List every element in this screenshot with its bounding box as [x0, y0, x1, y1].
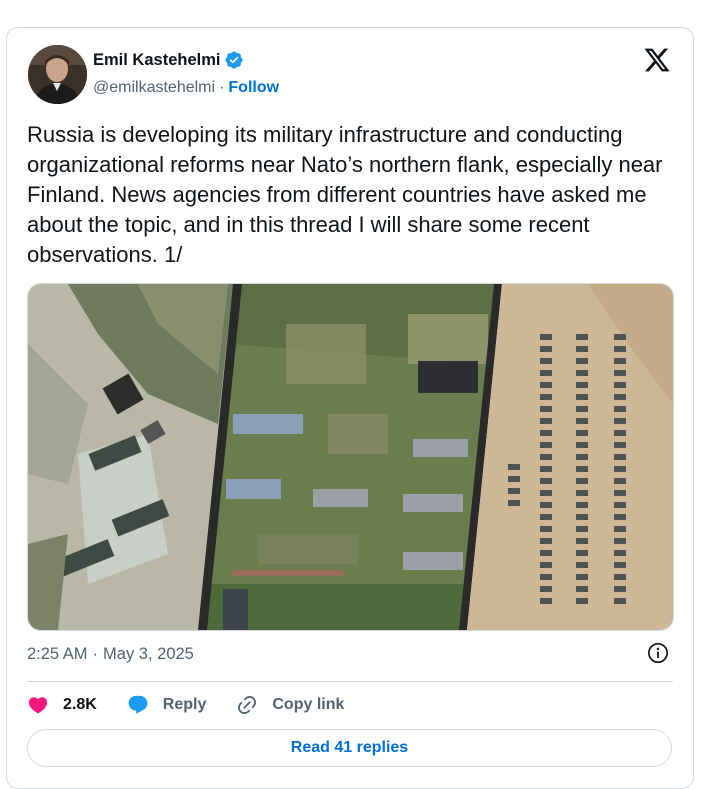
tweet-text: Russia is developing its military infras…: [27, 122, 663, 267]
reply-label: Reply: [162, 696, 207, 713]
author-handle-row: @emilkastehelmi · Follow: [93, 77, 279, 99]
author-name-row: Emil Kastehelmi: [93, 49, 244, 71]
tweet-time: 2:25 AM: [27, 644, 88, 663]
tweet-card: Emil Kastehelmi @emilkastehelmi · Follow…: [6, 27, 694, 789]
like-button[interactable]: 2.8K: [27, 694, 97, 716]
author-name[interactable]: Emil Kastehelmi: [93, 51, 220, 70]
copy-link-label: Copy link: [272, 696, 345, 713]
like-count: 2.8K: [63, 696, 97, 713]
copy-link-button[interactable]: Copy link: [236, 694, 344, 716]
heart-icon: [28, 697, 48, 714]
separator-dot: ·: [92, 644, 99, 663]
x-logo-icon[interactable]: [643, 46, 671, 74]
link-icon: [238, 695, 257, 715]
reply-bubble-icon: [128, 695, 148, 714]
tweet-image[interactable]: [27, 283, 674, 631]
follow-button[interactable]: Follow: [228, 79, 279, 97]
author-handle[interactable]: @emilkastehelmi: [93, 79, 215, 97]
avatar[interactable]: [28, 45, 87, 104]
tweet-date: May 3, 2025: [103, 644, 194, 663]
read-replies-button[interactable]: Read 41 replies: [27, 729, 672, 767]
separator-dot: ·: [219, 79, 225, 96]
divider: [27, 681, 673, 682]
action-bar: 2.8K Reply Copy link: [27, 690, 374, 720]
tweet-timestamp[interactable]: 2:25 AM · May 3, 2025: [27, 643, 194, 665]
reply-button[interactable]: Reply: [127, 694, 207, 716]
info-icon[interactable]: [647, 642, 669, 664]
verified-badge-icon: [225, 51, 244, 69]
